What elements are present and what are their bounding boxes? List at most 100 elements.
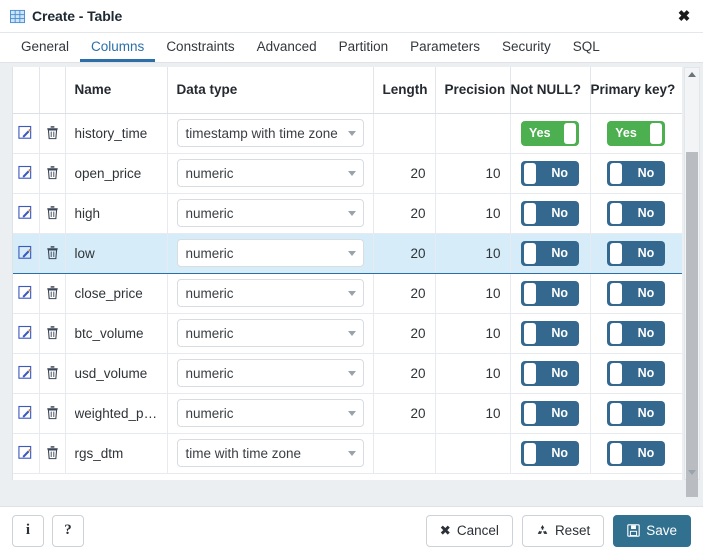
edit-pencil-icon[interactable] — [16, 123, 36, 143]
cell-not-null[interactable]: Yes — [510, 113, 591, 154]
data-type-select[interactable]: numeric — [176, 279, 364, 307]
header-not-null[interactable]: Not NULL? — [510, 67, 591, 114]
row-edit-cell[interactable] — [13, 113, 40, 154]
trash-icon[interactable] — [42, 403, 62, 423]
cell-data-type[interactable]: numeric — [167, 273, 374, 314]
edit-pencil-icon[interactable] — [16, 363, 36, 383]
row-delete-cell[interactable] — [39, 113, 66, 154]
edit-pencil-icon[interactable] — [16, 323, 36, 343]
header-primary-key[interactable]: Primary key? — [590, 67, 682, 114]
tab-partition[interactable]: Partition — [328, 39, 400, 63]
cell-primary-key[interactable]: No — [590, 153, 682, 194]
header-name[interactable]: Name — [65, 67, 168, 114]
row-edit-cell[interactable] — [13, 232, 40, 274]
toggle-switch[interactable]: No — [521, 440, 579, 466]
table-row[interactable]: close_price numeric 20 10 No No — [13, 273, 682, 314]
row-delete-cell[interactable] — [39, 153, 66, 194]
cell-length[interactable] — [373, 113, 436, 154]
tab-advanced[interactable]: Advanced — [246, 39, 328, 63]
cell-not-null[interactable]: No — [510, 313, 591, 354]
edit-pencil-icon[interactable] — [16, 203, 36, 223]
cell-length[interactable]: 20 — [373, 313, 436, 354]
row-delete-cell[interactable] — [39, 433, 66, 474]
header-data-type[interactable]: Data type — [167, 67, 374, 114]
row-delete-cell[interactable] — [39, 232, 66, 274]
info-button[interactable]: i — [12, 514, 44, 547]
row-delete-cell[interactable] — [39, 313, 66, 354]
header-precision[interactable]: Precision — [435, 67, 511, 114]
trash-icon[interactable] — [42, 243, 62, 263]
edit-pencil-icon[interactable] — [16, 403, 36, 423]
cell-primary-key[interactable]: No — [590, 433, 682, 474]
cancel-button[interactable]: ✖ Cancel — [425, 514, 513, 547]
toggle-switch[interactable]: No — [521, 160, 579, 186]
toggle-switch[interactable]: No — [607, 160, 666, 186]
cell-primary-key[interactable]: No — [590, 273, 682, 314]
tab-general[interactable]: General — [10, 39, 80, 63]
cell-name[interactable]: history_time — [65, 113, 168, 154]
cell-primary-key[interactable]: No — [590, 232, 682, 274]
cell-data-type[interactable]: numeric — [167, 393, 374, 434]
table-row[interactable]: high numeric 20 10 No No — [13, 193, 682, 234]
toggle-switch[interactable]: No — [521, 400, 579, 426]
cell-name[interactable]: low — [65, 232, 168, 274]
tab-constraints[interactable]: Constraints — [155, 39, 245, 63]
cell-length[interactable]: 20 — [373, 353, 436, 394]
table-row[interactable]: history_time timestamp with time zone Yes Y… — [13, 113, 682, 154]
cell-name[interactable]: rgs_dtm — [65, 433, 168, 474]
cell-precision[interactable]: 10 — [435, 273, 511, 314]
tab-parameters[interactable]: Parameters — [399, 39, 491, 63]
cell-length[interactable]: 20 — [373, 273, 436, 314]
cell-length[interactable] — [373, 433, 436, 474]
cell-not-null[interactable]: No — [510, 353, 591, 394]
toggle-switch[interactable]: Yes — [607, 120, 666, 146]
tab-security[interactable]: Security — [491, 39, 562, 63]
toggle-switch[interactable]: No — [607, 440, 666, 466]
trash-icon[interactable] — [42, 283, 62, 303]
cell-precision[interactable] — [435, 113, 511, 154]
header-length[interactable]: Length — [373, 67, 436, 114]
cell-not-null[interactable]: No — [510, 232, 591, 274]
toggle-switch[interactable]: Yes — [521, 120, 579, 146]
cell-name[interactable]: weighted_price — [65, 393, 168, 434]
toggle-switch[interactable]: No — [521, 200, 579, 226]
cell-data-type[interactable]: timestamp with time zone — [167, 113, 374, 154]
cell-data-type[interactable]: time with time zone — [167, 433, 374, 474]
tab-columns[interactable]: Columns — [80, 39, 156, 62]
cell-length[interactable]: 20 — [373, 232, 436, 274]
cell-data-type[interactable]: numeric — [167, 353, 374, 394]
edit-pencil-icon[interactable] — [16, 163, 36, 183]
cell-length[interactable]: 20 — [373, 393, 436, 434]
data-type-select[interactable]: time with time zone — [176, 439, 364, 467]
table-row[interactable]: btc_volume numeric 20 10 No No — [13, 313, 682, 354]
data-type-select[interactable]: numeric — [176, 319, 364, 347]
grid-vertical-scrollbar[interactable] — [684, 67, 700, 497]
row-delete-cell[interactable] — [39, 193, 66, 234]
cell-not-null[interactable]: No — [510, 153, 591, 194]
trash-icon[interactable] — [42, 163, 62, 183]
cell-precision[interactable]: 10 — [435, 153, 511, 194]
row-edit-cell[interactable] — [13, 193, 40, 234]
cell-length[interactable]: 20 — [373, 153, 436, 194]
toggle-switch[interactable]: No — [521, 240, 579, 266]
data-type-select[interactable]: timestamp with time zone — [176, 119, 364, 147]
cell-data-type[interactable]: numeric — [167, 313, 374, 354]
toggle-switch[interactable]: No — [607, 320, 666, 346]
trash-icon[interactable] — [42, 323, 62, 343]
data-type-select[interactable]: numeric — [176, 399, 364, 427]
row-edit-cell[interactable] — [13, 273, 40, 314]
cell-primary-key[interactable]: No — [590, 313, 682, 354]
table-row[interactable]: open_price numeric 20 10 No No — [13, 153, 682, 194]
row-edit-cell[interactable] — [13, 313, 40, 354]
toggle-switch[interactable]: No — [607, 200, 666, 226]
row-edit-cell[interactable] — [13, 153, 40, 194]
edit-pencil-icon[interactable] — [16, 243, 36, 263]
toggle-switch[interactable]: No — [521, 320, 579, 346]
row-edit-cell[interactable] — [13, 353, 40, 394]
cell-not-null[interactable]: No — [510, 433, 591, 474]
save-button[interactable]: Save — [613, 514, 691, 547]
row-delete-cell[interactable] — [39, 353, 66, 394]
cell-primary-key[interactable]: No — [590, 353, 682, 394]
scrollbar-thumb[interactable] — [686, 152, 698, 497]
data-type-select[interactable]: numeric — [176, 359, 364, 387]
